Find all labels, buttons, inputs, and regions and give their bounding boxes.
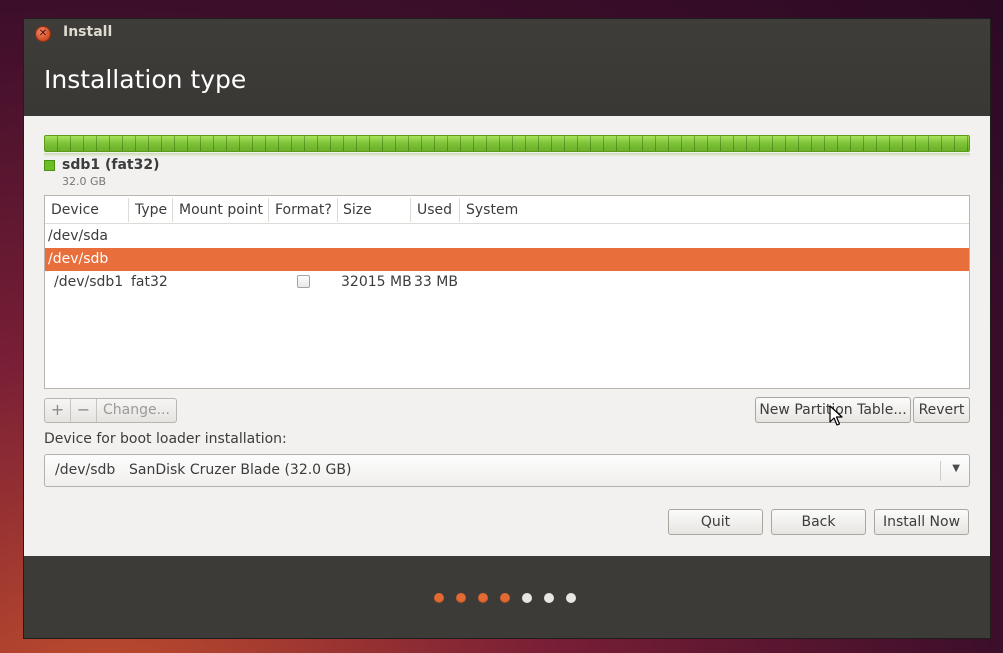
- combo-divider: [940, 461, 941, 481]
- table-row[interactable]: /dev/sdb1 fat32 32015 MB 33 MB: [45, 271, 969, 294]
- row-device: /dev/sdb1: [54, 274, 124, 290]
- progress-dot-pending: [522, 593, 532, 603]
- column-divider: [410, 198, 411, 222]
- progress-dot-done: [434, 593, 444, 603]
- column-header-type[interactable]: Type: [135, 202, 167, 218]
- partition-bar-reflection: [44, 153, 970, 157]
- partition-legend-size: 32.0 GB: [62, 175, 107, 188]
- column-header-mount-point[interactable]: Mount point: [179, 202, 263, 218]
- partition-legend-name: sdb1 (fat32): [62, 157, 160, 173]
- column-divider: [268, 198, 269, 222]
- progress-dot-done: [500, 593, 510, 603]
- revert-button[interactable]: Revert: [913, 397, 970, 423]
- footer: [24, 556, 990, 638]
- change-partition-button[interactable]: Change...: [97, 399, 176, 422]
- close-icon[interactable]: ✕: [35, 26, 51, 42]
- table-row-selected[interactable]: /dev/sdb: [45, 248, 969, 271]
- header: ✕ Install Installation type: [24, 19, 990, 116]
- column-header-device[interactable]: Device: [51, 202, 99, 218]
- row-used: 33 MB: [414, 274, 458, 290]
- window-title: Install: [63, 24, 113, 40]
- progress-dot-done: [456, 593, 466, 603]
- mouse-cursor-icon: [829, 405, 843, 426]
- partition-bar: [44, 135, 970, 152]
- format-checkbox[interactable]: [297, 275, 310, 288]
- bootloader-description: SanDisk Cruzer Blade (32.0 GB): [129, 462, 352, 478]
- page-title: Installation type: [44, 65, 247, 94]
- column-divider: [459, 198, 460, 222]
- column-divider: [172, 198, 173, 222]
- row-device: /dev/sda: [48, 228, 108, 244]
- column-header-size[interactable]: Size: [343, 202, 372, 218]
- row-size: 32015 MB: [341, 274, 412, 290]
- bootloader-device-select[interactable]: /dev/sdb SanDisk Cruzer Blade (32.0 GB) …: [44, 454, 970, 487]
- table-row[interactable]: /dev/sda: [45, 225, 969, 248]
- install-now-button[interactable]: Install Now: [874, 509, 969, 535]
- progress-dot-pending: [566, 593, 576, 603]
- progress-dot-done: [478, 593, 488, 603]
- chevron-down-icon[interactable]: ▼: [952, 463, 960, 474]
- installer-window: ✕ Install Installation type sdb1 (fat32)…: [23, 18, 991, 639]
- progress-dots: [434, 593, 576, 603]
- partition-table[interactable]: Device Type Mount point Format? Size Use…: [44, 195, 970, 389]
- row-device: /dev/sdb: [48, 251, 109, 267]
- column-header-system[interactable]: System: [466, 202, 518, 218]
- quit-button[interactable]: Quit: [668, 509, 763, 535]
- remove-partition-button[interactable]: −: [71, 399, 97, 422]
- progress-dot-pending: [544, 593, 554, 603]
- column-header-format[interactable]: Format?: [275, 202, 332, 218]
- column-divider: [128, 198, 129, 222]
- partition-color-swatch: [44, 160, 55, 171]
- add-partition-button[interactable]: +: [45, 399, 71, 422]
- column-header-used[interactable]: Used: [417, 202, 452, 218]
- bootloader-label: Device for boot loader installation:: [44, 431, 287, 447]
- back-button[interactable]: Back: [771, 509, 866, 535]
- bootloader-device: /dev/sdb: [55, 462, 116, 478]
- column-divider: [337, 198, 338, 222]
- partition-toolbar: + − Change...: [44, 398, 177, 423]
- table-header: Device Type Mount point Format? Size Use…: [45, 196, 969, 224]
- row-type: fat32: [131, 274, 168, 290]
